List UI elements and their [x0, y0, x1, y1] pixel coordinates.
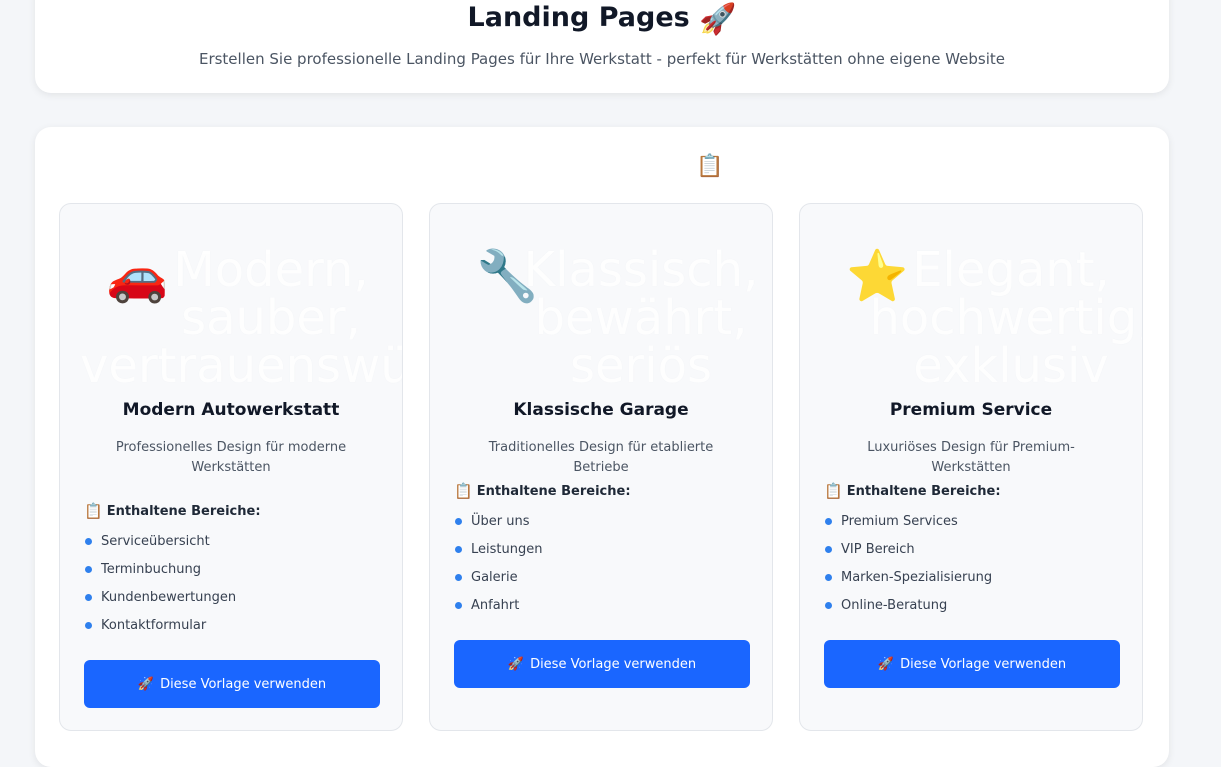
rocket-icon: 🚀	[137, 676, 155, 692]
rocket-icon: 🚀	[507, 656, 525, 672]
included-sections-label: Enthaltene Bereiche:	[106, 503, 261, 519]
use-template-button[interactable]: 🚀 Diese Vorlage verwenden	[84, 660, 380, 708]
template-description: Luxuriöses Design für Premium-Werkstätte…	[867, 440, 1075, 475]
bullet-icon	[825, 518, 832, 525]
template-preview: 🔧 Klassisch, bewährt, seriös	[430, 224, 772, 384]
list-item: Galerie	[454, 570, 752, 598]
template-card-classic: 🔧 Klassisch, bewährt, seriös Klassische …	[429, 203, 773, 731]
feature-label: Anfahrt	[471, 598, 520, 613]
clipboard-icon: 📋	[84, 502, 103, 520]
preview-tagline: Klassisch, bewährt, seriös	[523, 242, 759, 384]
feature-label: Marken-Spezialisierung	[841, 570, 993, 585]
clipboard-icon: 📋	[454, 482, 473, 500]
included-sections-heading: 📋 Enthaltene Bereiche:	[454, 482, 752, 500]
templates-section: 📋 🚗 Modern, sauber, vertrauenswürdig Mod…	[35, 127, 1169, 767]
bullet-icon	[825, 574, 832, 581]
feature-label: Über uns	[471, 514, 530, 529]
feature-list: Über uns Leistungen Galerie Anfahrt	[454, 514, 752, 626]
list-item: Serviceübersicht	[84, 534, 382, 562]
feature-label: Serviceübersicht	[101, 534, 210, 549]
template-card-modern: 🚗 Modern, sauber, vertrauenswürdig Moder…	[59, 203, 403, 731]
included-sections-heading: 📋 Enthaltene Bereiche:	[824, 482, 1122, 500]
included-sections: 📋 Enthaltene Bereiche: Über uns Leistung…	[454, 482, 752, 626]
use-template-label: Diese Vorlage verwenden	[530, 656, 697, 672]
bullet-icon	[455, 602, 462, 609]
use-template-label: Diese Vorlage verwenden	[160, 676, 327, 692]
list-item: Kontaktformular	[84, 618, 382, 646]
list-item: Premium Services	[824, 514, 1122, 542]
feature-label: Kundenbewertungen	[101, 590, 237, 605]
included-sections-label: Enthaltene Bereiche:	[476, 483, 631, 499]
included-sections: 📋 Enthaltene Bereiche: Serviceübersicht …	[84, 502, 382, 646]
page-title: Landing Pages 🚀	[35, 2, 1169, 37]
bullet-icon	[455, 518, 462, 525]
feature-label: Kontaktformular	[101, 618, 207, 633]
list-item: Anfahrt	[454, 598, 752, 626]
included-sections: 📋 Enthaltene Bereiche: Premium Services …	[824, 482, 1122, 626]
list-item: VIP Bereich	[824, 542, 1122, 570]
rocket-icon: 🚀	[699, 2, 737, 37]
preview-tagline: Elegant, hochwertig, exklusiv	[869, 242, 1142, 384]
list-item: Online-Beratung	[824, 598, 1122, 626]
feature-list: Serviceübersicht Terminbuchung Kundenbew…	[84, 534, 382, 646]
bullet-icon	[455, 574, 462, 581]
template-description: Professionelles Design für moderne Werks…	[115, 440, 347, 475]
clipboard-icon: 📋	[824, 482, 843, 500]
template-description: Traditionelles Design für etablierte Bet…	[488, 440, 714, 475]
feature-label: Galerie	[471, 570, 518, 585]
bullet-icon	[825, 602, 832, 609]
template-card-premium: ⭐ Elegant, hochwertig, exklusiv Premium …	[799, 203, 1143, 731]
list-item: Terminbuchung	[84, 562, 382, 590]
page-title-text: Landing Pages	[467, 2, 690, 33]
page-header: Landing Pages 🚀 Erstellen Sie profession…	[35, 0, 1169, 93]
feature-label: Online-Beratung	[841, 598, 948, 613]
bullet-icon	[825, 546, 832, 553]
list-item: Marken-Spezialisierung	[824, 570, 1122, 598]
template-preview: 🚗 Modern, sauber, vertrauenswürdig	[60, 224, 402, 384]
template-title: Klassische Garage	[513, 400, 689, 420]
template-preview: ⭐ Elegant, hochwertig, exklusiv	[800, 224, 1142, 384]
use-template-button[interactable]: 🚀 Diese Vorlage verwenden	[454, 640, 750, 688]
list-item: Über uns	[454, 514, 752, 542]
page-subtitle: Erstellen Sie professionelle Landing Pag…	[198, 50, 1006, 68]
preview-tagline: Modern, sauber, vertrauenswürdig	[80, 242, 402, 384]
bullet-icon	[85, 594, 92, 601]
list-item: Leistungen	[454, 542, 752, 570]
bullet-icon	[85, 622, 92, 629]
feature-label: Terminbuchung	[101, 562, 201, 577]
bullet-icon	[455, 546, 462, 553]
feature-label: Leistungen	[471, 542, 543, 557]
list-item: Kundenbewertungen	[84, 590, 382, 618]
template-title: Modern Autowerkstatt	[122, 400, 340, 420]
clipboard-icon: 📋	[696, 154, 724, 179]
feature-label: Premium Services	[841, 514, 958, 529]
included-sections-heading: 📋 Enthaltene Bereiche:	[84, 502, 382, 520]
bullet-icon	[85, 566, 92, 573]
feature-label: VIP Bereich	[841, 542, 915, 557]
use-template-button[interactable]: 🚀 Diese Vorlage verwenden	[824, 640, 1120, 688]
bullet-icon	[85, 538, 92, 545]
feature-list: Premium Services VIP Bereich Marken-Spez…	[824, 514, 1122, 626]
rocket-icon: 🚀	[877, 656, 895, 672]
use-template-label: Diese Vorlage verwenden	[900, 656, 1067, 672]
template-title: Premium Service	[889, 400, 1053, 420]
included-sections-label: Enthaltene Bereiche:	[846, 483, 1001, 499]
